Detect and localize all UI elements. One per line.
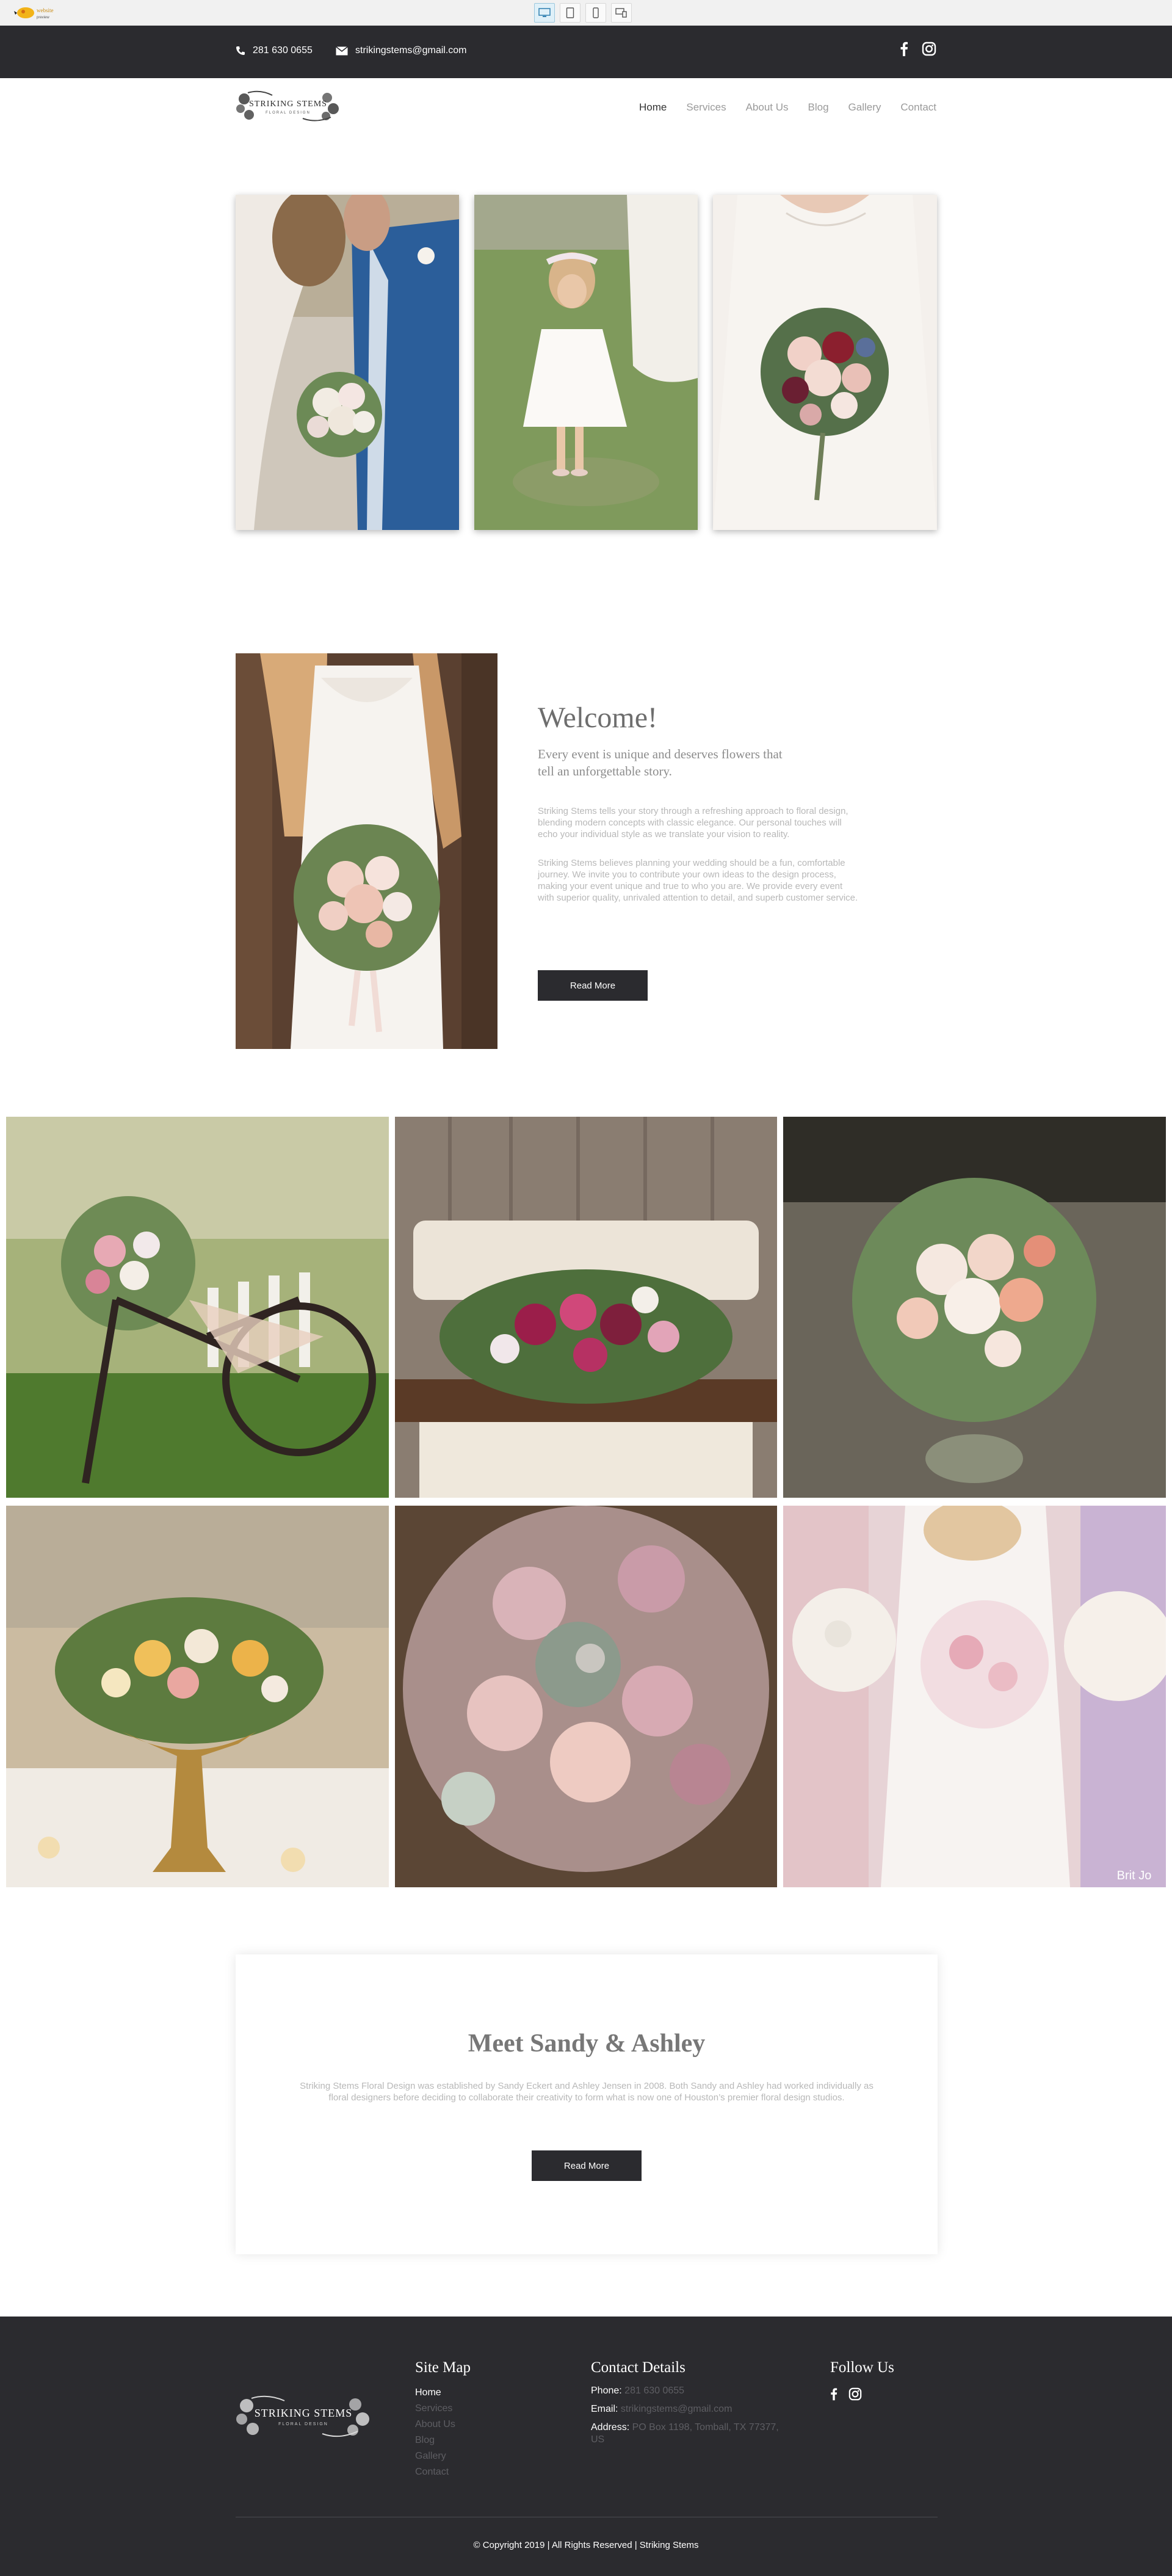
footer-address-row: Address: PO Box 1198, Tomball, TX 77377,…	[591, 2422, 780, 2446]
gallery-photo-bridal-party[interactable]: Brit Jo	[783, 1506, 1166, 1887]
sitemap-about-us[interactable]: About Us	[415, 2417, 471, 2433]
nav-contact[interactable]: Contact	[900, 101, 936, 114]
meet-read-more-button[interactable]: Read More	[532, 2150, 642, 2181]
desktop-icon	[538, 8, 551, 17]
tablet-icon	[566, 7, 574, 18]
footer-contact-details: Contact Details Phone: 281 630 0655 Emai…	[591, 2359, 780, 2446]
phone-icon	[236, 46, 245, 55]
top-contact-bar: 281 630 0655 strikingstems@gmail.com	[0, 26, 1172, 78]
instagram-icon[interactable]	[848, 2387, 862, 2401]
gallery-photo-bicycle[interactable]	[6, 1117, 389, 1498]
gallery-photo-sweetheart-table[interactable]	[395, 1117, 777, 1498]
footer-logo[interactable]: STRIKING STEMS FLORAL DESIGN	[236, 2390, 371, 2442]
welcome-content: Welcome! Every event is unique and deser…	[538, 701, 861, 904]
welcome-paragraph-1: Striking Stems tells your story through …	[538, 806, 848, 840]
topbar-phone-text: 281 630 0655	[253, 45, 313, 56]
site-footer: STRIKING STEMS FLORAL DESIGN Site Map Ho…	[0, 2317, 1172, 2576]
topbar-social	[900, 42, 936, 56]
nav-about-us[interactable]: About Us	[746, 101, 789, 114]
sitemap-title: Site Map	[415, 2359, 471, 2376]
gallery-photo-rose-brooch-bouquet[interactable]	[395, 1506, 777, 1887]
footer-address-label: Address:	[591, 2422, 630, 2433]
meet-card: Meet Sandy & Ashley Striking Stems Flora…	[236, 1954, 938, 2254]
welcome-read-more-button[interactable]: Read More	[538, 970, 648, 1001]
site-header: STRIKING STEMS FLORAL DESIGN Home Servic…	[0, 78, 1172, 137]
nav-home[interactable]: Home	[639, 101, 667, 114]
sitemap-services[interactable]: Services	[415, 2401, 471, 2417]
envelope-icon	[336, 46, 348, 55]
main-nav: Home Services About Us Blog Gallery Cont…	[639, 101, 936, 114]
phone-icon	[593, 7, 599, 18]
gallery-photo-gold-centerpiece[interactable]	[6, 1506, 389, 1887]
footer-follow: Follow Us	[830, 2359, 894, 2401]
topbar-phone[interactable]: 281 630 0655	[236, 45, 313, 56]
facebook-icon[interactable]	[900, 42, 908, 56]
meet-text: Striking Stems Floral Design was establi…	[300, 2081, 874, 2103]
footer-sitemap: Site Map Home Services About Us Blog Gal…	[415, 2359, 471, 2480]
svg-text:preview: preview	[37, 16, 49, 20]
preview-logo[interactable]: website preview	[13, 4, 85, 22]
welcome-photo-bride	[236, 653, 497, 1049]
facebook-icon[interactable]	[830, 2387, 837, 2401]
responsive-view-button[interactable]	[611, 3, 632, 23]
svg-text:website: website	[37, 7, 54, 13]
nav-services[interactable]: Services	[686, 101, 726, 114]
desktop-view-button[interactable]	[534, 3, 555, 23]
tablet-view-button[interactable]	[560, 3, 581, 23]
welcome-subtitle: Every event is unique and deserves flowe…	[538, 747, 783, 778]
footer-logo-title: STRIKING STEMS	[255, 2407, 353, 2419]
contact-details-title: Contact Details	[591, 2359, 685, 2376]
nav-gallery[interactable]: Gallery	[848, 101, 881, 114]
preview-toolbar: website preview	[0, 0, 1172, 26]
gallery-photo-vase-bouquet[interactable]	[783, 1117, 1166, 1498]
footer-email-row: Email: strikingstems@gmail.com	[591, 2403, 780, 2415]
logo-subtitle: FLORAL DESIGN	[266, 111, 311, 115]
topbar-email-text: strikingstems@gmail.com	[355, 45, 467, 56]
footer-logo-subtitle: FLORAL DESIGN	[278, 2422, 328, 2426]
hero-photo-bridal-bouquet	[713, 195, 937, 530]
meet-title: Meet Sandy & Ashley	[468, 2030, 706, 2058]
follow-title: Follow Us	[830, 2359, 894, 2376]
footer-phone-label: Phone:	[591, 2386, 622, 2396]
footer-email-label: Email:	[591, 2404, 618, 2414]
topbar-email[interactable]: strikingstems@gmail.com	[336, 45, 467, 56]
welcome-title: Welcome!	[538, 702, 658, 734]
device-switcher	[534, 3, 632, 23]
logo-title: STRIKING STEMS	[249, 100, 327, 109]
instagram-icon[interactable]	[922, 42, 936, 56]
hero-photo-couple	[236, 195, 459, 530]
sitemap-contact[interactable]: Contact	[415, 2464, 471, 2480]
hero-photo-flower-girl	[474, 195, 698, 530]
brand-logo[interactable]: STRIKING STEMS FLORAL DESIGN	[236, 87, 341, 126]
copyright: © Copyright 2019 | All Rights Reserved |…	[473, 2540, 699, 2550]
sitemap-gallery[interactable]: Gallery	[415, 2448, 471, 2464]
welcome-paragraph-2: Striking Stems believes planning your we…	[538, 858, 858, 903]
sitemap-home[interactable]: Home	[415, 2385, 471, 2401]
nav-blog[interactable]: Blog	[808, 101, 829, 114]
phone-view-button[interactable]	[585, 3, 606, 23]
gallery-watermark: Brit Jo	[1117, 1869, 1152, 1882]
sitemap-blog[interactable]: Blog	[415, 2433, 471, 2448]
responsive-icon	[615, 8, 627, 18]
footer-phone-row: Phone: 281 630 0655	[591, 2385, 780, 2397]
footer-phone[interactable]: 281 630 0655	[624, 2386, 684, 2396]
footer-email[interactable]: strikingstems@gmail.com	[621, 2404, 733, 2414]
